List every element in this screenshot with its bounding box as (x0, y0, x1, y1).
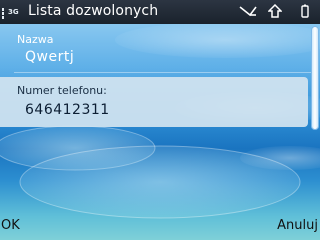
phone-field-value[interactable]: 646412311 (25, 102, 110, 118)
battery-icon (301, 4, 309, 18)
name-field-label: Nazwa (17, 33, 54, 46)
name-field-value[interactable]: Qwertj (25, 49, 74, 65)
network-type-label: 3G (8, 8, 19, 16)
scrollbar[interactable] (311, 26, 319, 130)
phone-field-label: Numer telefonu: (17, 84, 107, 97)
left-softkey-ok[interactable]: OK (1, 218, 20, 233)
name-field-divider (14, 72, 311, 73)
message-icon (239, 6, 257, 17)
status-bar: 3G Lista dozwolonych (0, 0, 320, 24)
phone-screen: 3G Lista dozwolonych Nazwa Qwertj Numer … (0, 0, 320, 240)
upload-arrow-icon (268, 4, 282, 18)
scrollbar-thumb[interactable] (311, 26, 319, 130)
right-softkey-cancel[interactable]: Anuluj (277, 218, 318, 233)
page-title: Lista dozwolonych (28, 3, 159, 19)
